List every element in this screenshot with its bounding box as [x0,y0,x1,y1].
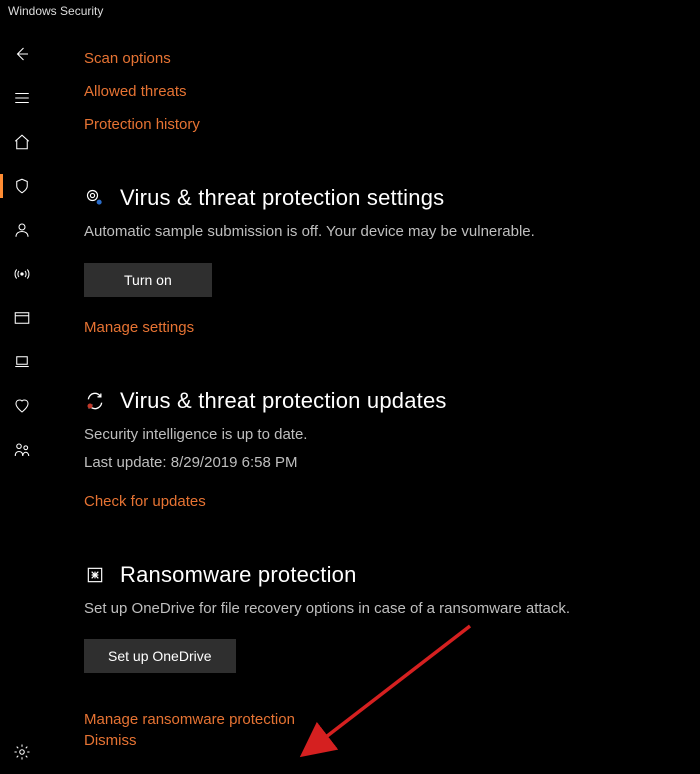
ransomware-section-title: Ransomware protection [120,562,357,588]
nav-device-health[interactable] [0,384,44,428]
main-content: Scan options Allowed threats Protection … [44,28,700,774]
laptop-icon [13,353,31,371]
back-button[interactable] [0,32,44,76]
hamburger-menu[interactable] [0,76,44,120]
menu-icon [13,89,31,107]
person-icon [13,221,31,239]
shield-icon [13,177,31,195]
ransomware-desc-text: Set up OneDrive for file recovery option… [84,598,676,620]
nav-rail [0,28,44,774]
setup-onedrive-button[interactable]: Set up OneDrive [84,639,236,673]
settings-gear-icon [84,187,106,209]
manage-ransomware-link[interactable]: Manage ransomware protection [84,711,676,728]
nav-home[interactable] [0,120,44,164]
nav-firewall[interactable] [0,252,44,296]
last-update-text: Last update: 8/29/2019 6:58 PM [84,454,676,471]
nav-device-security[interactable] [0,340,44,384]
arrow-left-icon [13,45,31,63]
dismiss-link[interactable]: Dismiss [84,732,676,749]
settings-warning-text: Automatic sample submission is off. Your… [84,221,676,243]
window-title: Windows Security [8,4,103,18]
heart-icon [13,397,31,415]
nav-family[interactable] [0,428,44,472]
nav-app-browser[interactable] [0,296,44,340]
ransomware-icon [84,564,106,586]
allowed-threats-link[interactable]: Allowed threats [84,83,676,100]
home-icon [13,133,31,151]
refresh-icon [84,390,106,412]
nav-settings[interactable] [0,730,44,774]
window-titlebar: Windows Security [0,0,700,28]
app-window-icon [13,309,31,327]
manage-settings-link[interactable]: Manage settings [84,319,676,336]
check-updates-link[interactable]: Check for updates [84,493,676,510]
nav-account[interactable] [0,208,44,252]
antenna-icon [12,265,32,283]
protection-history-link[interactable]: Protection history [84,116,676,133]
family-icon [12,441,32,459]
updates-status-text: Security intelligence is up to date. [84,424,676,446]
settings-section-title: Virus & threat protection settings [120,185,444,211]
gear-icon [13,743,31,761]
scan-options-link[interactable]: Scan options [84,50,676,67]
updates-section-title: Virus & threat protection updates [120,388,447,414]
nav-virus-threat[interactable] [0,164,44,208]
turn-on-button[interactable]: Turn on [84,263,212,297]
